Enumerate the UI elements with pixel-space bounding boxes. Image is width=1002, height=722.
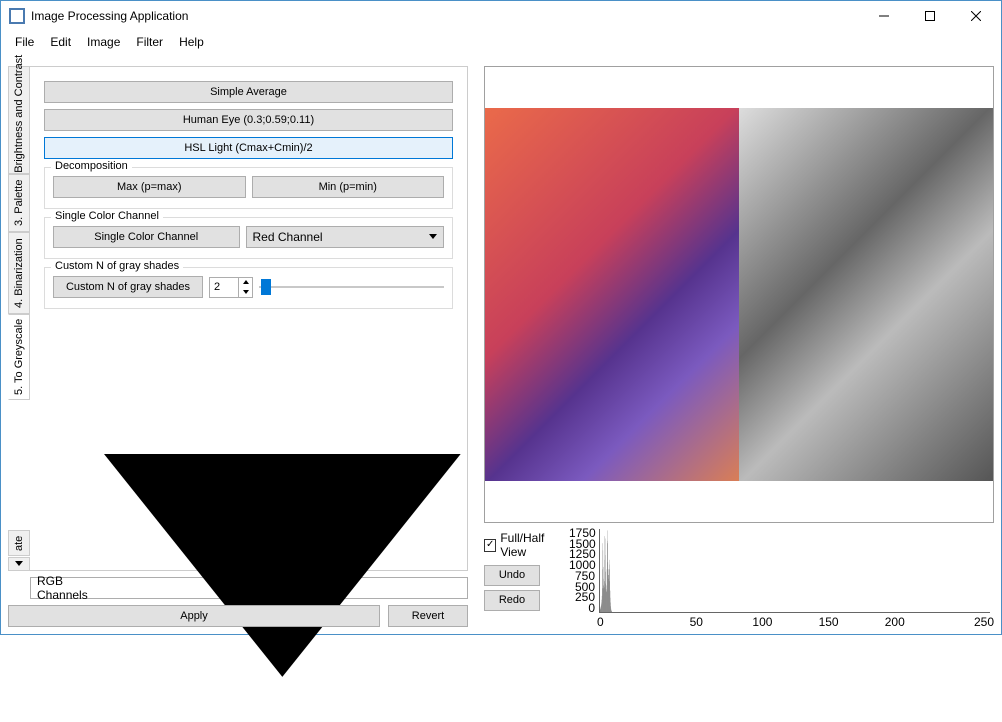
shades-spinner[interactable] xyxy=(209,277,253,298)
menu-filter[interactable]: Filter xyxy=(128,33,171,51)
histogram-bars xyxy=(600,529,612,612)
app-icon xyxy=(9,8,25,24)
hist-xtick: 200 xyxy=(862,615,928,627)
hist-xtick: 150 xyxy=(796,615,862,627)
custom-shades-button[interactable]: Custom N of gray shades xyxy=(53,276,203,298)
custom-shades-group: Custom N of gray shades Custom N of gray… xyxy=(44,267,453,309)
menu-file[interactable]: File xyxy=(7,33,42,51)
tab-overflow-arrow[interactable] xyxy=(8,557,30,571)
shades-input[interactable] xyxy=(209,277,239,298)
human-eye-button[interactable]: Human Eye (0.3;0.59;0.11) xyxy=(44,109,453,131)
tab-strip: 2. Brightness and Contrast 3. Palette 4.… xyxy=(8,66,30,571)
simple-average-button[interactable]: Simple Average xyxy=(44,81,453,103)
menu-edit[interactable]: Edit xyxy=(42,33,79,51)
histogram: 17501500125010007505002500 0501001502002… xyxy=(569,529,994,627)
tab-brightness-contrast[interactable]: 2. Brightness and Contrast xyxy=(8,66,30,174)
custom-shades-title: Custom N of gray shades xyxy=(51,260,183,272)
hist-xtick: 100 xyxy=(729,615,795,627)
decomp-min-button[interactable]: Min (p=min) xyxy=(252,176,445,198)
preview-processed-half xyxy=(739,108,993,481)
menu-help[interactable]: Help xyxy=(171,33,212,51)
single-channel-group: Single Color Channel Single Color Channe… xyxy=(44,217,453,259)
apply-button[interactable]: Apply xyxy=(8,605,380,627)
rgb-channels-value: RGB Channels xyxy=(37,574,104,602)
shades-slider[interactable] xyxy=(259,277,444,297)
channel-select-value: Red Channel xyxy=(253,230,323,244)
checkbox-checked-icon: ✓ xyxy=(484,539,496,552)
chevron-down-icon xyxy=(429,234,437,240)
decomp-max-button[interactable]: Max (p=max) xyxy=(53,176,246,198)
hsl-light-button[interactable]: HSL Light (Cmax+Cmin)/2 xyxy=(44,137,453,159)
single-channel-button[interactable]: Single Color Channel xyxy=(53,226,240,248)
spinner-down-icon[interactable] xyxy=(239,287,252,297)
hist-xtick: 0 xyxy=(597,615,663,627)
preview-original-half xyxy=(485,108,739,481)
spinner-up-icon[interactable] xyxy=(239,278,252,288)
tab-overflow[interactable]: ate xyxy=(8,530,30,556)
tab-to-greyscale[interactable]: 5. To Greyscale xyxy=(8,314,30,400)
maximize-button[interactable] xyxy=(907,1,953,31)
undo-button[interactable]: Undo xyxy=(484,565,540,586)
tab-palette[interactable]: 3. Palette xyxy=(8,174,30,232)
chevron-down-icon xyxy=(104,454,461,722)
decomposition-group: Decomposition Max (p=max) Min (p=min) xyxy=(44,167,453,209)
revert-button[interactable]: Revert xyxy=(388,605,468,627)
full-half-label: Full/Half View xyxy=(500,531,569,559)
image-preview xyxy=(484,66,994,523)
rgb-channels-select[interactable]: RGB Channels xyxy=(30,577,468,599)
tab-binarization[interactable]: 4. Binarization xyxy=(8,232,30,314)
full-half-view-checkbox[interactable]: ✓ Full/Half View xyxy=(484,531,569,559)
channel-select[interactable]: Red Channel xyxy=(246,226,445,248)
titlebar: Image Processing Application xyxy=(1,1,1001,31)
minimize-button[interactable] xyxy=(861,1,907,31)
redo-button[interactable]: Redo xyxy=(484,590,540,611)
hist-ytick: 0 xyxy=(569,604,595,613)
close-button[interactable] xyxy=(953,1,999,31)
decomposition-title: Decomposition xyxy=(51,160,132,172)
window-title: Image Processing Application xyxy=(31,9,861,23)
menubar: File Edit Image Filter Help xyxy=(1,31,1001,53)
menu-image[interactable]: Image xyxy=(79,33,128,51)
slider-thumb[interactable] xyxy=(261,279,271,295)
single-channel-title: Single Color Channel xyxy=(51,210,163,222)
hist-xtick: 250 xyxy=(928,615,994,627)
hist-xtick: 50 xyxy=(663,615,729,627)
